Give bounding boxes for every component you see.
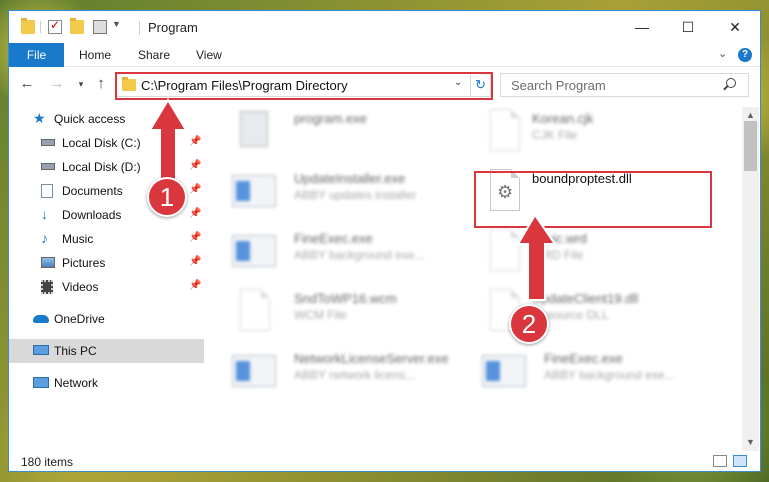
callout-badge-2: 2 [509, 304, 549, 344]
arrow-2-icon [516, 213, 557, 301]
callout-arrows [148, 98, 557, 301]
arrow-1-icon [148, 98, 188, 181]
callout-badge-1: 1 [147, 177, 187, 217]
